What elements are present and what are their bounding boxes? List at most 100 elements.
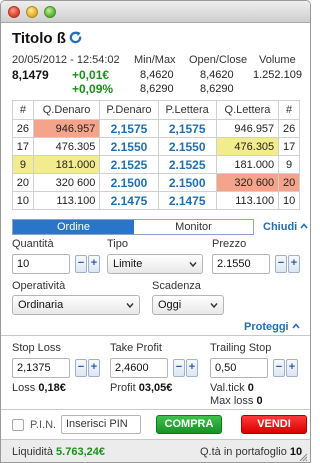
chevron-down-icon	[189, 262, 197, 268]
volume-value: 1.252.109	[253, 69, 302, 81]
volume-label: Volume	[259, 54, 296, 66]
operativita-select[interactable]: Ordinaria	[12, 295, 140, 315]
operativita-label: Operatività	[12, 280, 66, 292]
loss-value: 0,18€	[38, 382, 66, 394]
resize-grip-icon[interactable]	[298, 452, 308, 462]
quantita-input[interactable]: 10	[12, 254, 70, 274]
chevron-down-icon	[210, 303, 218, 309]
col-ask-price: P.Lettera	[157, 100, 217, 120]
bid-count: 17	[12, 137, 34, 156]
trailing-stop-decrement-button[interactable]: −	[273, 359, 285, 377]
col-bid-count: #	[12, 100, 34, 120]
ask-qty: 113.100	[215, 191, 280, 210]
trailing-stop-increment-button[interactable]: +	[286, 359, 298, 377]
title-bar[interactable]	[1, 1, 310, 23]
stop-loss-label: Stop Loss	[12, 342, 61, 354]
bid-qty: 946.957	[32, 119, 101, 138]
scadenza-select[interactable]: Oggi	[152, 295, 224, 315]
ask-price[interactable]: 2.1475	[157, 191, 217, 210]
bid-qty: 320 600	[32, 173, 101, 192]
divider	[1, 335, 310, 336]
book-row[interactable]: 10 113.100 2.1475 2.1475 113.100 10	[12, 191, 300, 210]
buy-button[interactable]: COMPRA	[156, 415, 222, 434]
profit-value: 03,05€	[138, 382, 173, 394]
operativita-select-value: Ordinaria	[18, 299, 64, 311]
proteggi-link[interactable]: Proteggi	[244, 321, 300, 333]
tipo-select[interactable]: Limite	[107, 254, 203, 274]
maxloss-summary: Max loss 0	[210, 395, 263, 407]
openclose-label: Open/Close	[189, 54, 248, 66]
tab-monitor[interactable]: Monitor	[134, 220, 253, 234]
bid-price[interactable]: 2.1550	[99, 137, 159, 156]
ask-count: 9	[278, 155, 300, 174]
proteggi-label: Proteggi	[244, 321, 289, 333]
pin-input[interactable]: Inserisci PIN	[61, 415, 141, 434]
bid-price[interactable]: 2,1575	[99, 119, 159, 138]
tipo-label: Tipo	[107, 238, 128, 250]
bid-price[interactable]: 2.1525	[99, 155, 159, 174]
book-row[interactable]: 9 181.000 2.1525 2.1525 181.000 9	[12, 155, 300, 174]
max-value: 8,6290	[140, 83, 174, 95]
scadenza-label: Scadenza	[152, 280, 201, 292]
minimize-window-button[interactable]	[26, 6, 38, 18]
quantita-increment-button[interactable]: +	[88, 255, 100, 273]
tab-ordine[interactable]: Ordine	[13, 220, 134, 234]
zoom-window-button[interactable]	[44, 6, 56, 18]
col-bid-qty: Q.Denaro	[32, 100, 101, 120]
ask-count: 17	[278, 137, 300, 156]
loss-label: Loss	[12, 382, 36, 394]
sell-button[interactable]: VENDI	[241, 415, 307, 434]
ask-count: 10	[278, 191, 300, 210]
scadenza-select-value: Oggi	[158, 299, 182, 311]
open-value: 8,4620	[200, 69, 234, 81]
pin-label: P.I.N.	[30, 419, 57, 431]
chiudi-link[interactable]: Chiudi	[263, 221, 308, 233]
ask-price[interactable]: 2.1550	[157, 137, 217, 156]
stop-loss-increment-button[interactable]: +	[88, 359, 100, 377]
book-row[interactable]: 17 476.305 2.1550 2.1550 476.305 17	[12, 137, 300, 156]
minmax-label: Min/Max	[134, 54, 176, 66]
ask-price[interactable]: 2.1500	[157, 173, 217, 192]
ask-price[interactable]: 2,1575	[157, 119, 217, 138]
prezzo-increment-button[interactable]: +	[288, 255, 300, 273]
maxloss-label: Max loss	[210, 395, 254, 407]
bid-count: 26	[12, 119, 34, 138]
stop-loss-input[interactable]: 2,1375	[12, 358, 70, 378]
book-row[interactable]: 20 320 600 2.1500 2.1500 320 600 20	[12, 173, 300, 192]
take-profit-decrement-button[interactable]: −	[173, 359, 185, 377]
ask-qty: 476.305	[215, 137, 280, 156]
pin-checkbox[interactable]	[12, 419, 24, 431]
take-profit-label: Take Profit	[110, 342, 162, 354]
quantita-decrement-button[interactable]: −	[75, 255, 87, 273]
chevron-down-icon	[126, 303, 134, 309]
prezzo-label: Prezzo	[212, 238, 247, 250]
refresh-icon[interactable]	[68, 30, 83, 45]
book-row[interactable]: 26 946.957 2,1575 2,1575 946.957 26	[12, 119, 300, 138]
take-profit-input[interactable]: 2,4600	[110, 358, 168, 378]
col-ask-count: #	[278, 100, 300, 120]
datetime-label: 20/05/2012 - 12:54:02	[12, 54, 120, 66]
bid-price[interactable]: 2.1500	[99, 173, 159, 192]
order-book-header: # Q.Denaro P.Denaro P.Lettera Q.Lettera …	[12, 100, 300, 120]
prezzo-input[interactable]: 2.1550	[212, 254, 270, 274]
bid-qty: 476.305	[32, 137, 101, 156]
col-bid-price: P.Denaro	[99, 100, 159, 120]
liquidita-summary: Liquidità 5.763,24€	[12, 446, 105, 458]
ask-qty: 946.957	[215, 119, 280, 138]
valtick-summary: Val.tick 0	[210, 382, 254, 394]
chiudi-label: Chiudi	[263, 221, 298, 233]
maxloss-value: 0	[256, 395, 263, 407]
close-window-button[interactable]	[8, 6, 20, 18]
ask-count: 26	[278, 119, 300, 138]
bid-price[interactable]: 2.1475	[99, 191, 159, 210]
stop-loss-decrement-button[interactable]: −	[75, 359, 87, 377]
liquidita-label: Liquidità	[12, 446, 53, 458]
prezzo-decrement-button[interactable]: −	[275, 255, 287, 273]
take-profit-increment-button[interactable]: +	[186, 359, 198, 377]
trailing-stop-input[interactable]: 0,50	[210, 358, 268, 378]
valtick-label: Val.tick	[210, 382, 245, 394]
bid-count: 9	[12, 155, 34, 174]
change-absolute: +0,01€	[72, 68, 110, 82]
portafoglio-label: Q.tà in portafoglio	[200, 446, 287, 458]
ask-price[interactable]: 2.1525	[157, 155, 217, 174]
